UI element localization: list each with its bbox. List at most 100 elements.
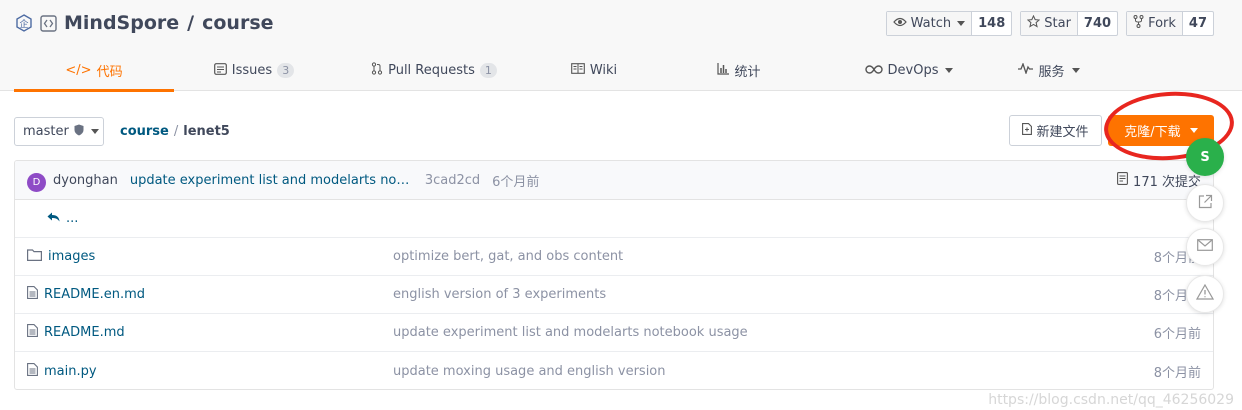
tab-devops[interactable]: DevOps [824,50,994,91]
watch-count[interactable]: 148 [972,12,1011,35]
file-name: README.en.md [44,287,145,302]
tab-service-label: 服务 [1038,65,1065,80]
commit-count-label: 171 次提交 [1133,174,1201,190]
table-row: README.md update experiment list and mod… [15,314,1213,352]
tab-service[interactable]: 服务 [994,50,1104,91]
watch-label: Watch [910,16,952,31]
commit-message-link[interactable]: update experiment list and modelarts not… [130,173,413,188]
file-name-link[interactable]: README.md [27,324,125,341]
star-button[interactable]: Star 740 [1020,11,1119,36]
chevron-down-icon [1071,68,1080,73]
pull-request-icon [371,62,383,79]
file-icon [27,324,38,341]
tab-code[interactable]: </> 代码 [14,50,174,92]
tab-wiki-label: Wiki [589,63,618,78]
repo-tabs: </> 代码 Issues 3 Pull Requests 1 Wiki 统计 … [14,50,1214,92]
file-date: 6个月前 [1153,327,1201,342]
file-name: images [48,249,96,264]
tab-code-label: 代码 [96,65,123,80]
file-add-icon [1022,122,1033,139]
fork-label-wrap: Fork [1127,12,1183,35]
tab-pull-requests[interactable]: Pull Requests 1 [334,50,534,91]
code-icon: </> [65,63,92,78]
clone-download-label: 克隆/下载 [1124,125,1181,140]
avatar[interactable]: D [27,172,46,192]
star-count[interactable]: 740 [1078,12,1117,35]
branch-selector[interactable]: master [14,117,104,146]
fork-button[interactable]: Fork 47 [1126,11,1214,36]
svg-text:企: 企 [19,18,28,30]
parent-directory-label: ... [66,211,79,226]
repo-actions: Watch 148 Star 740 Fork 47 [885,11,1214,36]
shield-icon [74,124,84,140]
commit-log-icon [1117,171,1128,189]
file-name-link[interactable]: main.py [27,362,97,380]
table-row: images optimize bert, gat, and obs conte… [15,238,1213,276]
chevron-down-icon [1189,128,1198,133]
fork-label: Fork [1148,16,1176,31]
issues-count-badge: 3 [277,63,295,78]
commit-author-link[interactable]: dyonghan [53,173,118,188]
watch-label-wrap: Watch [886,12,973,35]
devops-icon [864,63,883,78]
eye-icon [892,16,907,31]
repo-header: 企 MindSpore / course Watch 148 Star 740 [0,0,1242,92]
chevron-down-icon [945,68,954,73]
float-share-button[interactable] [1186,184,1224,222]
parent-directory-link[interactable]: ... [47,211,78,226]
file-name: README.md [44,325,125,340]
latest-commit-bar: D dyonghan update experiment list and mo… [15,161,1213,200]
commit-time: 6个月前 [492,174,540,190]
file-commit-message[interactable]: english version of 3 experiments [393,287,606,302]
fork-icon [1133,15,1144,32]
star-label-wrap: Star [1021,12,1078,35]
file-commit-message[interactable]: update experiment list and modelarts not… [393,325,748,340]
file-name: main.py [44,363,97,379]
table-row: README.en.md english version of 3 experi… [15,276,1213,314]
file-date: 8个月前 [1153,365,1201,381]
repo-owner-link[interactable]: MindSpore [64,12,179,34]
tab-pull-requests-label: Pull Requests [388,63,475,78]
tab-issues-label: Issues [231,63,273,78]
warning-icon [1195,283,1215,304]
tab-stats-label: 统计 [734,65,761,80]
float-mail-button[interactable] [1186,228,1224,266]
reply-arrow-icon [47,211,60,226]
breadcrumb-current: lenet5 [183,124,230,139]
pull-requests-count-badge: 1 [479,63,497,78]
float-green-button[interactable]: S [1186,138,1224,176]
commit-sha-link[interactable]: 3cad2cd [425,173,480,188]
breadcrumb-root-link[interactable]: course [120,124,169,139]
watermark: https://blog.csdn.net/qq_46256029 [988,392,1234,408]
file-name-link[interactable]: README.en.md [27,286,145,303]
tab-devops-label: DevOps [887,63,939,78]
repo-title-separator: / [187,12,195,34]
repo-name-link[interactable]: course [202,12,273,34]
issues-icon [213,62,227,79]
commit-count-link[interactable]: 171 次提交 [1117,171,1201,190]
share-icon [1198,194,1213,213]
repo-code-icon [39,14,58,33]
file-icon [27,286,38,303]
watch-button[interactable]: Watch 148 [885,11,1013,36]
file-commit-message[interactable]: update moxing usage and english version [393,364,666,379]
fork-count[interactable]: 47 [1183,12,1213,35]
enterprise-icon: 企 [14,14,33,33]
tab-issues[interactable]: Issues 3 [174,50,334,91]
file-name-link[interactable]: images [27,248,96,265]
new-file-label: 新建文件 [1036,125,1089,140]
new-file-button[interactable]: 新建文件 [1009,115,1102,146]
mail-icon [1197,239,1213,255]
stats-icon [717,62,730,79]
chevron-down-icon [957,21,966,26]
float-report-button[interactable] [1186,275,1224,313]
parent-directory-row[interactable]: ... [15,200,1213,238]
float-green-letter: S [1200,149,1210,165]
chevron-down-icon [90,129,99,134]
service-icon [1018,62,1034,78]
file-commit-message[interactable]: optimize bert, gat, and obs content [393,249,623,264]
tab-stats[interactable]: 统计 [654,50,824,91]
breadcrumb-separator: / [173,124,179,139]
tab-wiki[interactable]: Wiki [534,50,654,91]
breadcrumb: course / lenet5 [120,124,230,139]
